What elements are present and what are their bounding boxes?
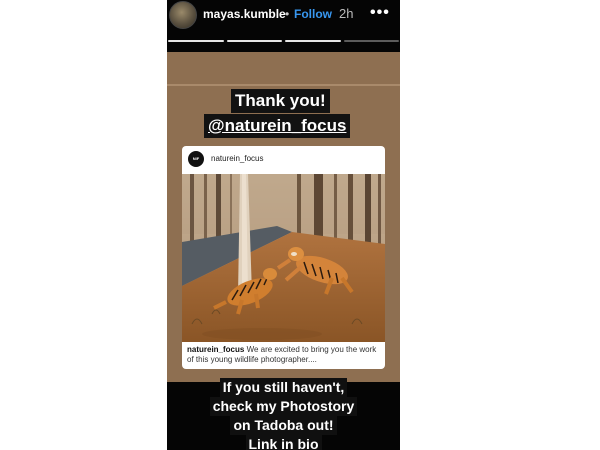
story-header: mayas.kumble • Follow 2h ••• [167, 0, 400, 30]
progress-segment [168, 40, 224, 42]
progress-segment [285, 40, 341, 42]
progress-segment [343, 40, 399, 42]
post-time: 2h [339, 6, 354, 21]
story-viewer[interactable]: mayas.kumble • Follow 2h ••• Thank you! … [167, 0, 400, 450]
progress-segment [226, 40, 282, 42]
tiger-photo [182, 174, 385, 342]
separator-dot: • [285, 7, 290, 21]
story-username[interactable]: mayas.kumble [203, 7, 286, 21]
cta-line: on Tadoba out! [230, 416, 337, 435]
progress-fill [226, 40, 282, 42]
cta-line: Link in bio [245, 435, 322, 450]
background-stripe [167, 84, 400, 86]
post-caption: naturein_focus We are excited to bring y… [187, 345, 380, 365]
post-username[interactable]: naturein_focus [211, 154, 263, 163]
follow-button[interactable]: Follow [294, 7, 332, 21]
cta-line: check my Photostory [209, 397, 358, 416]
mention-handle[interactable]: @naturein_focus [208, 116, 346, 135]
cta-line: If you still haven't, [219, 378, 348, 397]
cta-text-block: If you still haven't, check my Photostor… [167, 378, 400, 450]
more-options-icon[interactable]: ••• [370, 4, 390, 22]
shared-post-card[interactable]: NIF naturein_focus naturein_focus We are… [182, 146, 385, 369]
progress-fill [285, 40, 341, 42]
progress-fill [168, 40, 224, 42]
mention-sticker[interactable]: @naturein_focus [204, 114, 351, 138]
story-progress-bar [168, 40, 399, 42]
caption-username[interactable]: naturein_focus [187, 345, 244, 354]
thank-you-sticker: Thank you! [231, 89, 330, 113]
profile-avatar[interactable] [169, 1, 197, 29]
nature-in-focus-logo-icon: NIF [188, 151, 204, 167]
post-header: NIF naturein_focus [182, 146, 385, 172]
